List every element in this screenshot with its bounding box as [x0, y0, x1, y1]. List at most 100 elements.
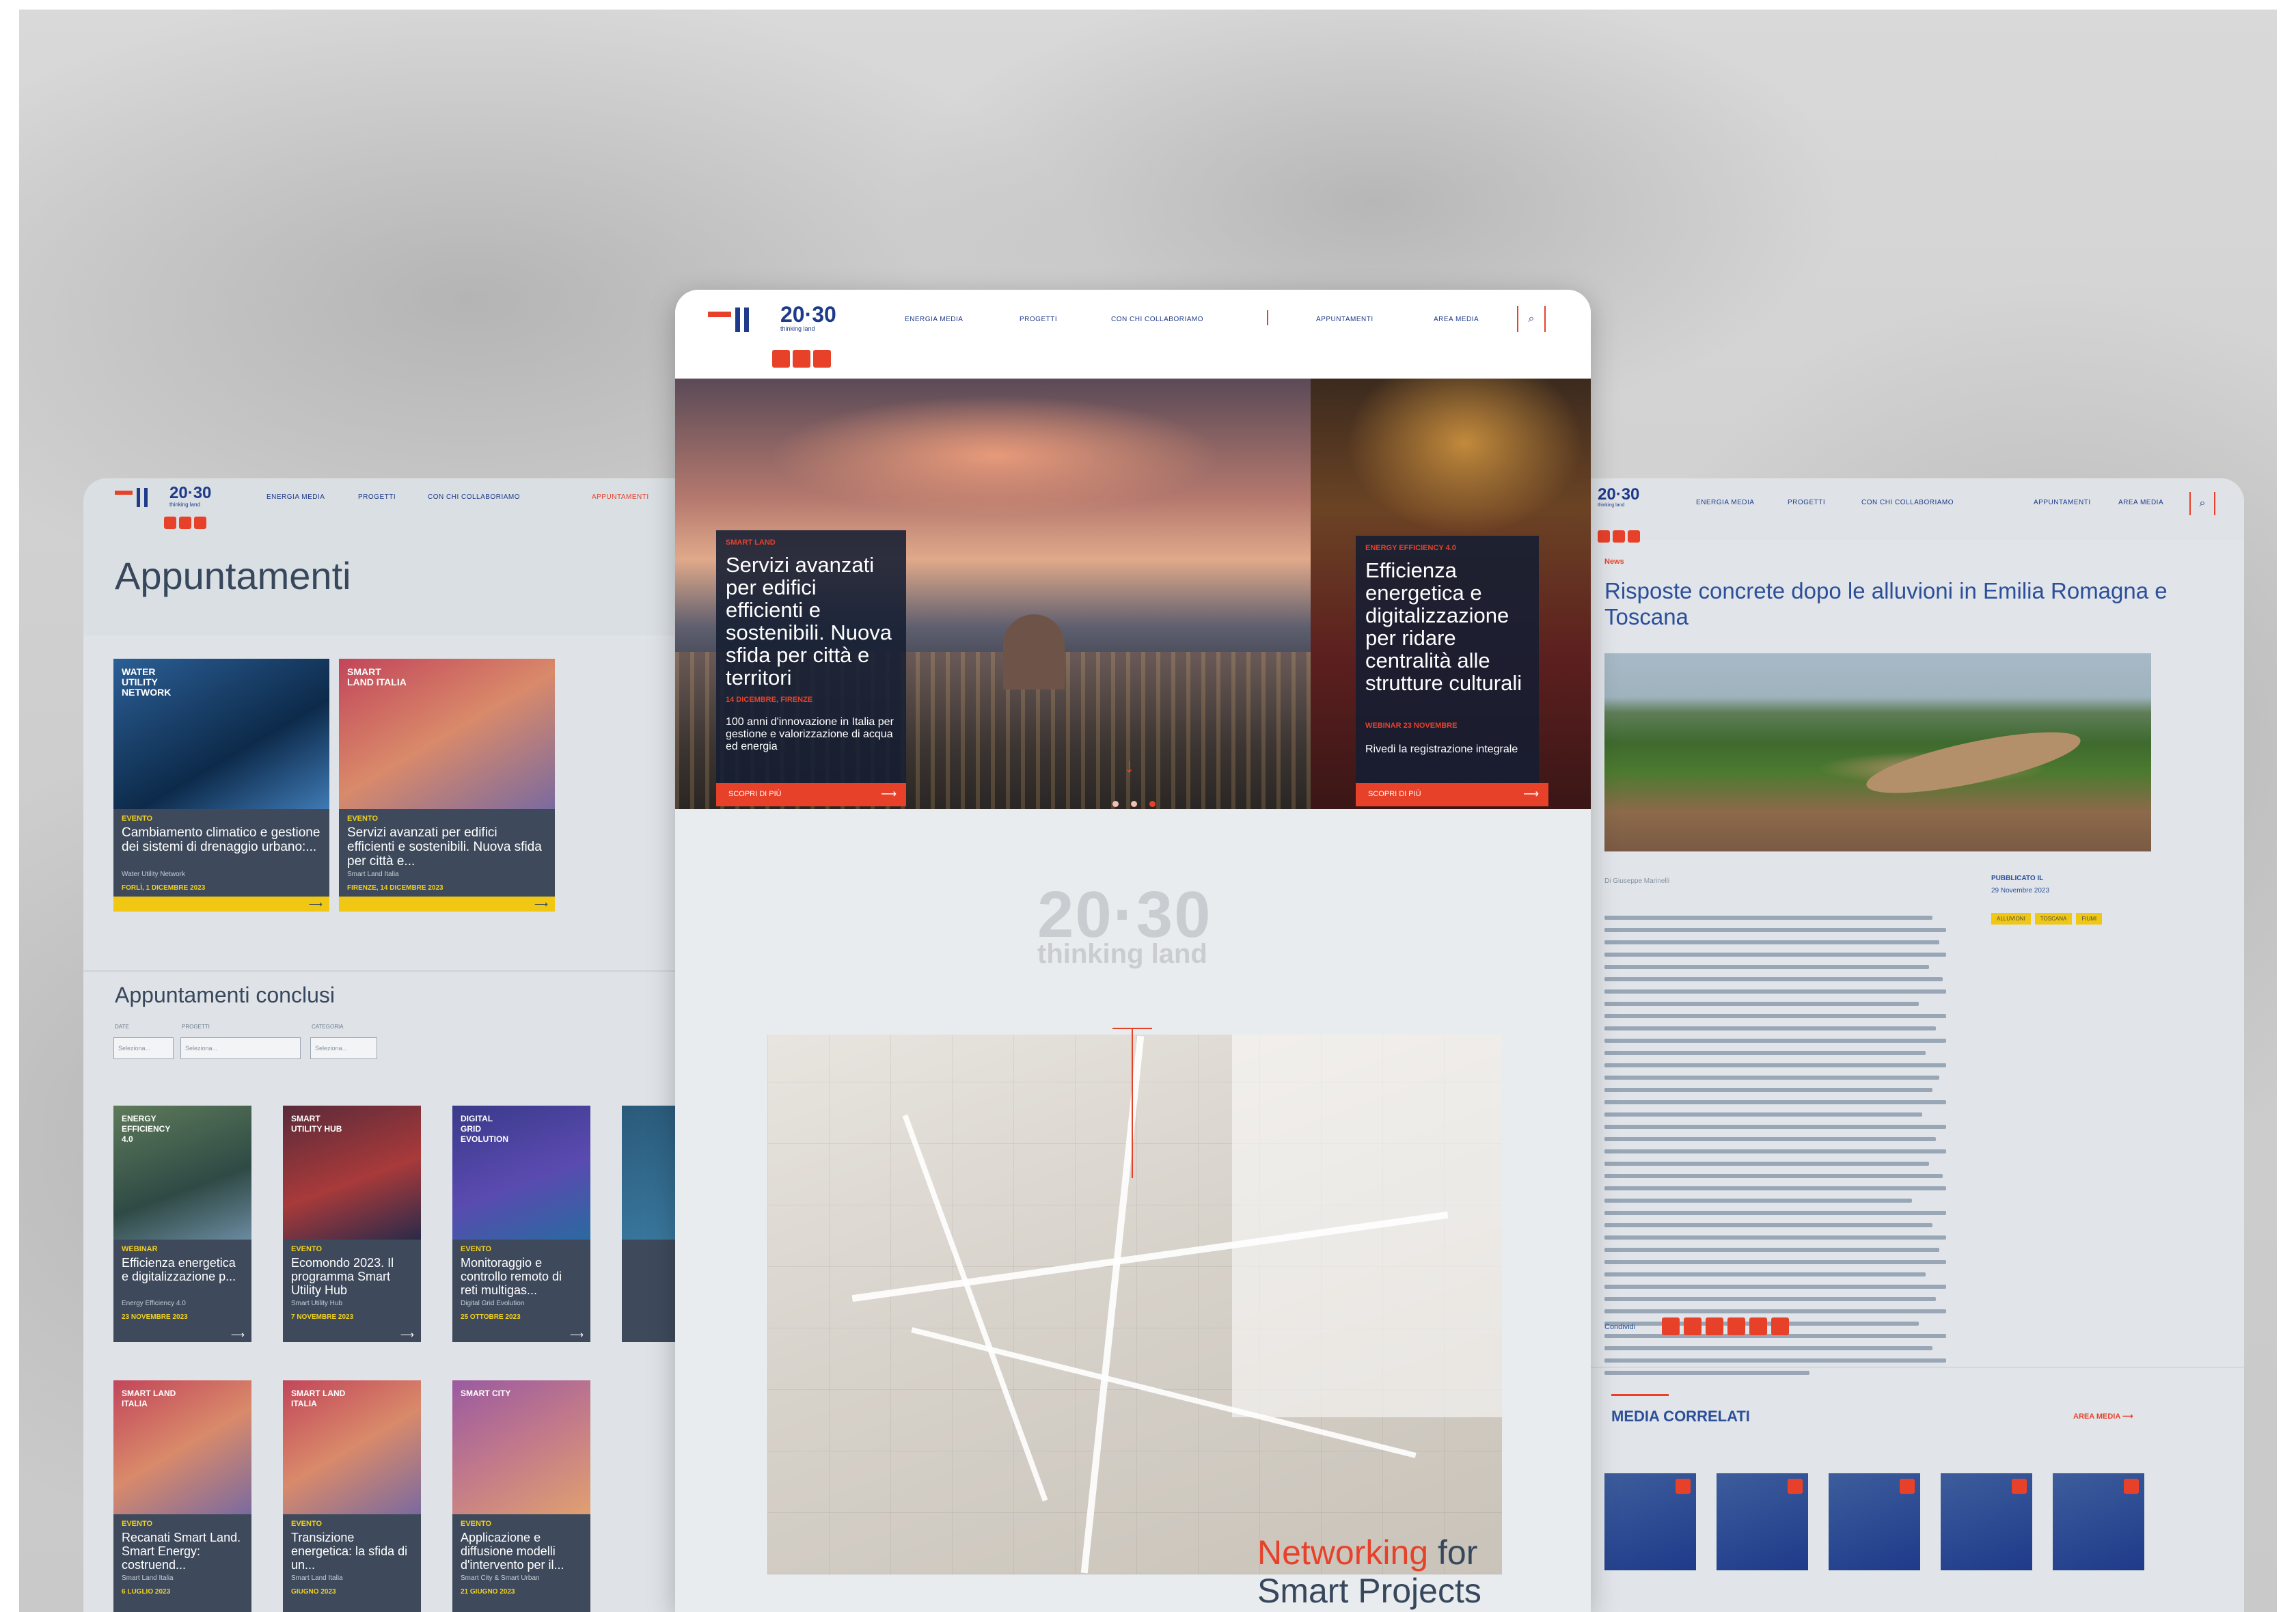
tag-badge[interactable]: ALLUVIONI [1991, 913, 2031, 925]
event-card[interactable]: SMART LAND ITALIA EVENTO Servizi avanzat… [339, 659, 555, 912]
media-thumbnail[interactable] [2053, 1473, 2144, 1570]
tag-badge[interactable]: TOSCANA [2034, 913, 2073, 925]
social-icon[interactable] [813, 350, 831, 368]
event-card-title[interactable]: Ecomondo 2023. Il programma Smart Utilit… [291, 1256, 413, 1297]
arrow-right-icon[interactable]: ⟶ [570, 1329, 584, 1341]
search-icon[interactable]: ⌕ [1517, 306, 1546, 332]
carousel-dots [1112, 801, 1156, 807]
event-card[interactable]: SMART LAND ITALIA EVENTO Transizione ene… [283, 1380, 421, 1612]
category-filter-select[interactable]: Seleziona... [310, 1037, 377, 1059]
hero-cta-button[interactable]: SCOPRI DI PIÙ ⟶ [716, 783, 906, 806]
logo-text: 20·30 [780, 302, 836, 327]
event-card[interactable]: WATER UTILITY NETWORK EVENTO Cambiamento… [113, 659, 329, 912]
event-card-image-label: SMART LAND ITALIA [347, 666, 407, 687]
arrow-right-icon[interactable]: ⟶ [231, 1329, 245, 1341]
section-title: Appuntamenti conclusi [115, 983, 335, 1007]
hero-slide-kicker: ENERGY EFFICIENCY 4.0 [1365, 544, 1456, 552]
nav-appuntamenti[interactable]: APPUNTAMENTI [2034, 499, 2091, 506]
event-card-title[interactable]: Transizione energetica: la sfida di un..… [291, 1531, 413, 1572]
event-card-subtitle: Smart Utility Hub [291, 1300, 343, 1307]
path-line [902, 1114, 1048, 1502]
related-media-title: MEDIA CORRELATI [1611, 1408, 1750, 1425]
event-card-tag: EVENTO [291, 1245, 323, 1253]
arrow-right-icon: ⟶ [1523, 789, 1539, 800]
event-card-title[interactable]: Applicazione e diffusione modelli d'inte… [461, 1531, 582, 1572]
share-icon[interactable] [1706, 1317, 1723, 1335]
search-icon[interactable]: ⌕ [2189, 492, 2215, 515]
media-thumbnail[interactable] [1829, 1473, 1920, 1570]
networking-for: for [1438, 1533, 1478, 1572]
event-card[interactable]: DIGITAL GRID EVOLUTION EVENTO Monitoragg… [452, 1106, 590, 1342]
nav-con-chi-collaboriamo[interactable]: CON CHI COLLABORIAMO [1861, 499, 1954, 506]
event-card-subtitle: Smart Land Italia [122, 1574, 174, 1582]
hero-cta-button[interactable]: SCOPRI DI PIÙ ⟶ [1356, 783, 1548, 806]
social-icon[interactable] [772, 350, 790, 368]
share-icon[interactable] [1749, 1317, 1767, 1335]
nav-con-chi-collaboriamo[interactable]: CON CHI COLLABORIAMO [1111, 316, 1203, 323]
nav-progetti[interactable]: PROGETTI [1020, 316, 1057, 323]
event-card-title[interactable]: Servizi avanzati per edifici efficienti … [347, 825, 547, 869]
tag-badge[interactable]: FIUMI [2076, 913, 2103, 925]
projects-filter-select[interactable]: Seleziona... [180, 1037, 301, 1059]
filter-label: PROGETTI [182, 1024, 210, 1030]
event-card[interactable]: SMART UTILITY HUB EVENTO Ecomondo 2023. … [283, 1106, 421, 1342]
carousel-dot[interactable] [1131, 801, 1137, 807]
date-filter-select[interactable]: Seleziona... [113, 1037, 174, 1059]
hero-image-dome [1003, 614, 1065, 689]
media-thumbnail[interactable] [1717, 1473, 1808, 1570]
nav-area-media[interactable]: AREA MEDIA [1434, 316, 1479, 323]
arrow-right-icon[interactable]: ⟶ [400, 1329, 414, 1341]
arrow-right-icon[interactable]: ⟶ [534, 899, 548, 910]
event-card-title[interactable]: Recanati Smart Land. Smart Energy: costr… [122, 1531, 243, 1572]
event-card-date: GIUGNO 2023 [291, 1588, 336, 1596]
article-category: News [1604, 558, 1624, 566]
hero-carousel: SMART LAND Servizi avanzati per edifici … [675, 379, 1591, 809]
nav-con-chi-collaboriamo[interactable]: CON CHI COLLABORIAMO [428, 493, 520, 501]
nav-energia-media[interactable]: ENERGIA MEDIA [1696, 499, 1754, 506]
social-icon[interactable] [179, 517, 191, 529]
event-card-footer [339, 897, 555, 912]
page-title: Appuntamenti [115, 554, 351, 597]
event-card-date: 23 NOVEMBRE 2023 [122, 1313, 188, 1321]
social-icon[interactable] [1613, 530, 1625, 543]
nav-area-media[interactable]: AREA MEDIA [2118, 499, 2163, 506]
event-card-subtitle: Digital Grid Evolution [461, 1300, 525, 1307]
media-thumbnail[interactable] [1604, 1473, 1696, 1570]
share-icon[interactable] [1771, 1317, 1789, 1335]
event-card-title[interactable]: Cambiamento climatico e gestione dei sis… [122, 825, 321, 854]
event-card-title[interactable]: Efficienza energetica e digitalizzazione… [122, 1256, 243, 1283]
social-icon[interactable] [793, 350, 810, 368]
logo-mark-icon [708, 308, 749, 332]
nav-appuntamenti[interactable]: APPUNTAMENTI [592, 493, 649, 501]
social-icon[interactable] [164, 517, 176, 529]
hero-slide-description: 100 anni d'innovazione in Italia per ges… [726, 716, 894, 752]
social-icon[interactable] [1598, 530, 1610, 543]
nav-progetti[interactable]: PROGETTI [358, 493, 396, 501]
media-thumbnail[interactable] [1941, 1473, 2032, 1570]
nav-energia-media[interactable]: ENERGIA MEDIA [905, 316, 963, 323]
share-icon[interactable] [1662, 1317, 1680, 1335]
nav-energia-media[interactable]: ENERGIA MEDIA [266, 493, 325, 501]
social-icon[interactable] [1628, 530, 1640, 543]
share-icon[interactable] [1684, 1317, 1702, 1335]
social-icon[interactable] [194, 517, 206, 529]
event-card-title[interactable]: Monitoraggio e controllo remoto di reti … [461, 1256, 582, 1297]
nav-appuntamenti[interactable]: APPUNTAMENTI [1316, 316, 1374, 323]
event-card-footer [113, 897, 329, 912]
area-media-link[interactable]: AREA MEDIA ⟶ [2073, 1412, 2133, 1421]
event-card[interactable]: ENERGY EFFICIENCY 4.0 WEBINAR Efficienza… [113, 1106, 251, 1342]
carousel-dot[interactable] [1112, 801, 1119, 807]
nav-progetti[interactable]: PROGETTI [1788, 499, 1825, 506]
arrow-right-icon[interactable]: ⟶ [309, 899, 323, 910]
event-card-subtitle: Energy Efficiency 4.0 [122, 1300, 186, 1307]
event-card-tag: EVENTO [122, 815, 153, 823]
event-card[interactable]: SMART LAND ITALIA EVENTO Recanati Smart … [113, 1380, 251, 1612]
arrow-down-icon[interactable]: ↓ [1124, 754, 1134, 778]
edit-icon [2012, 1479, 2027, 1494]
share-icon[interactable] [1727, 1317, 1745, 1335]
logo-text: 20·30 [1598, 485, 1640, 504]
event-card[interactable]: SMART CITY EVENTO Applicazione e diffusi… [452, 1380, 590, 1612]
event-card-date: 6 LUGLIO 2023 [122, 1588, 171, 1596]
carousel-dot-active[interactable] [1149, 801, 1156, 807]
article-title: Risposte concrete dopo le alluvioni in E… [1604, 578, 2168, 629]
